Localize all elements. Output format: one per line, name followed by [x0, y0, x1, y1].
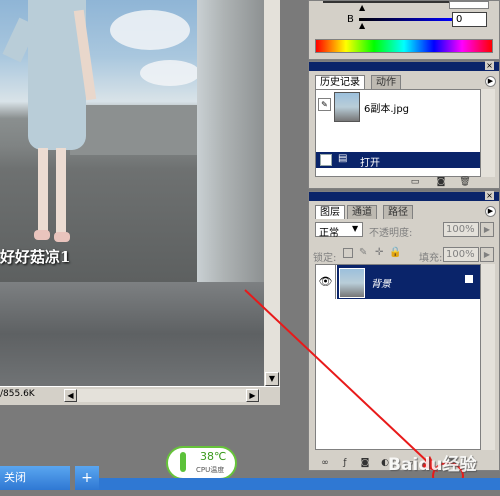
annotation-overlay — [244, 289, 464, 490]
cpu-temperature-label: CPU温度 — [196, 466, 225, 474]
close-button-label: 关闭 — [4, 471, 26, 484]
cpu-temperature-value: 38℃ — [200, 450, 227, 463]
thermometer-icon — [180, 452, 186, 472]
taskbar — [99, 478, 500, 490]
watermark: Baidu经验 — [388, 455, 477, 475]
add-button[interactable]: + — [75, 466, 99, 490]
close-button[interactable]: 关闭 — [0, 466, 70, 490]
cpu-temperature-widget[interactable]: 38℃ CPU温度 — [166, 446, 237, 480]
annotation-arrow-line — [244, 289, 433, 467]
